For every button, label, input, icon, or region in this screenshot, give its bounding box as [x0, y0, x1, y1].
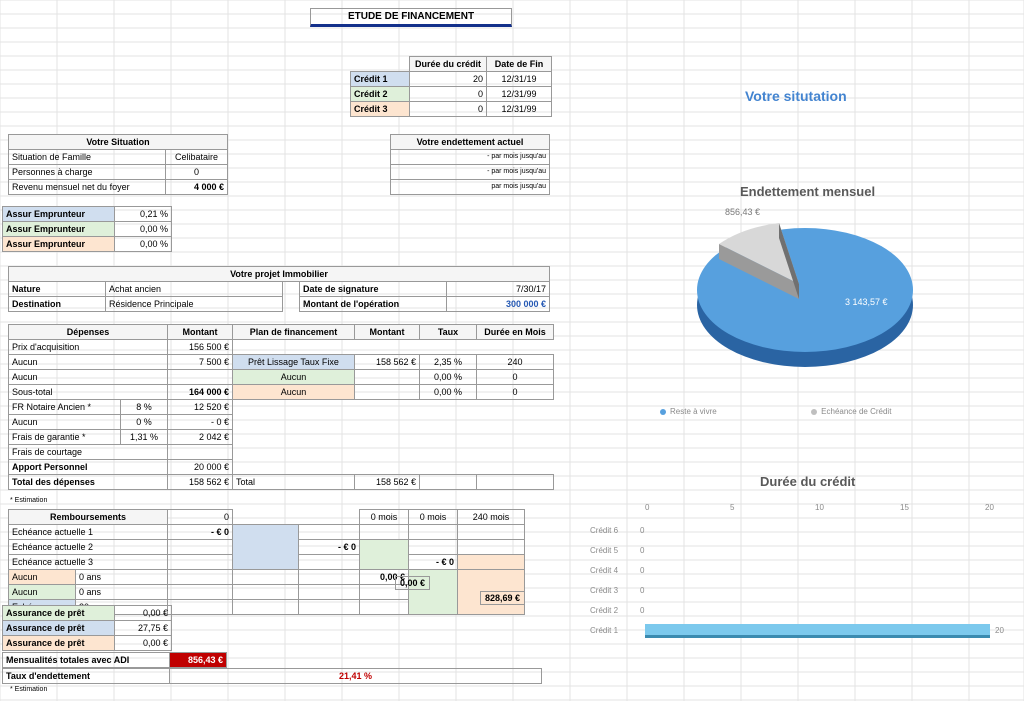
svg-text:Crédit 6: Crédit 6 — [590, 526, 619, 535]
credit-row[interactable]: Crédit 3 — [351, 102, 410, 117]
credit-row[interactable]: Crédit 2 — [351, 87, 410, 102]
svg-text:0: 0 — [640, 586, 645, 595]
bar-chart: 0 5 10 15 20 Crédit 6 0 Crédit 5 0 Crédit … — [590, 498, 1020, 658]
credits-table: Durée du créditDate de Fin Crédit 12012/… — [350, 56, 552, 117]
svg-text:0: 0 — [640, 566, 645, 575]
assur-table: Assur Emprunteur0,21 % Assur Emprunteur0… — [2, 206, 172, 252]
svg-text:3 143,57 €: 3 143,57 € — [845, 297, 888, 307]
estimation-note2: * Estimation — [10, 686, 47, 693]
endett-actuel-table: Votre endettement actuel - par mois jusq… — [390, 134, 550, 195]
svg-text:0: 0 — [640, 546, 645, 555]
situation-table: Votre Situation Situation de FamilleCeli… — [8, 134, 228, 195]
svg-text:20: 20 — [995, 626, 1004, 635]
svg-text:Crédit 1: Crédit 1 — [590, 626, 619, 635]
taux-table: Taux d'endettement21,41 % — [2, 668, 542, 684]
projet-table: Votre projet Immobilier NatureAchat anci… — [8, 266, 550, 312]
svg-text:Crédit 4: Crédit 4 — [590, 566, 619, 575]
svg-text:Crédit 5: Crédit 5 — [590, 546, 619, 555]
credit-row[interactable]: Crédit 1 — [351, 72, 410, 87]
svg-text:20: 20 — [985, 503, 994, 512]
remb-table: Remboursements 0 0 mois 0 mois 240 mois … — [8, 509, 525, 615]
svg-text:0: 0 — [640, 526, 645, 535]
svg-text:0: 0 — [640, 606, 645, 615]
echeance-value[interactable]: 828,69 € — [480, 591, 525, 605]
svg-text:0: 0 — [645, 503, 650, 512]
projet-header: Votre projet Immobilier — [9, 267, 550, 282]
aucun-value[interactable]: 0,00 € — [395, 576, 430, 590]
chart-title1: Votre situtation — [745, 88, 847, 104]
col-duree: Durée du crédit — [410, 57, 487, 72]
svg-text:5: 5 — [730, 503, 735, 512]
pie-legend: Reste à vivre Echéance de Crédit — [660, 407, 891, 416]
totals-table: Mensualités totales avec ADI856,43 € — [2, 652, 227, 668]
assur-pret-table: Assurance de prêt0,00 € Assurance de prê… — [2, 605, 172, 651]
svg-text:15: 15 — [900, 503, 909, 512]
pie-chart: 856,43 € 3 143,57 € — [670, 195, 930, 395]
chart-title3: Durée du crédit — [760, 474, 855, 489]
depenses-table: Dépenses Montant Plan de financement Mon… — [8, 324, 554, 490]
svg-text:856,43 €: 856,43 € — [725, 207, 760, 217]
situation-header: Votre Situation — [9, 135, 228, 150]
svg-text:Crédit 2: Crédit 2 — [590, 606, 619, 615]
estimation-note: * Estimation — [10, 497, 47, 504]
svg-text:Crédit 3: Crédit 3 — [590, 586, 619, 595]
page-title: ETUDE DE FINANCEMENT — [310, 8, 512, 27]
svg-text:10: 10 — [815, 503, 824, 512]
col-fin: Date de Fin — [487, 57, 552, 72]
endett-header: Votre endettement actuel — [391, 135, 550, 150]
